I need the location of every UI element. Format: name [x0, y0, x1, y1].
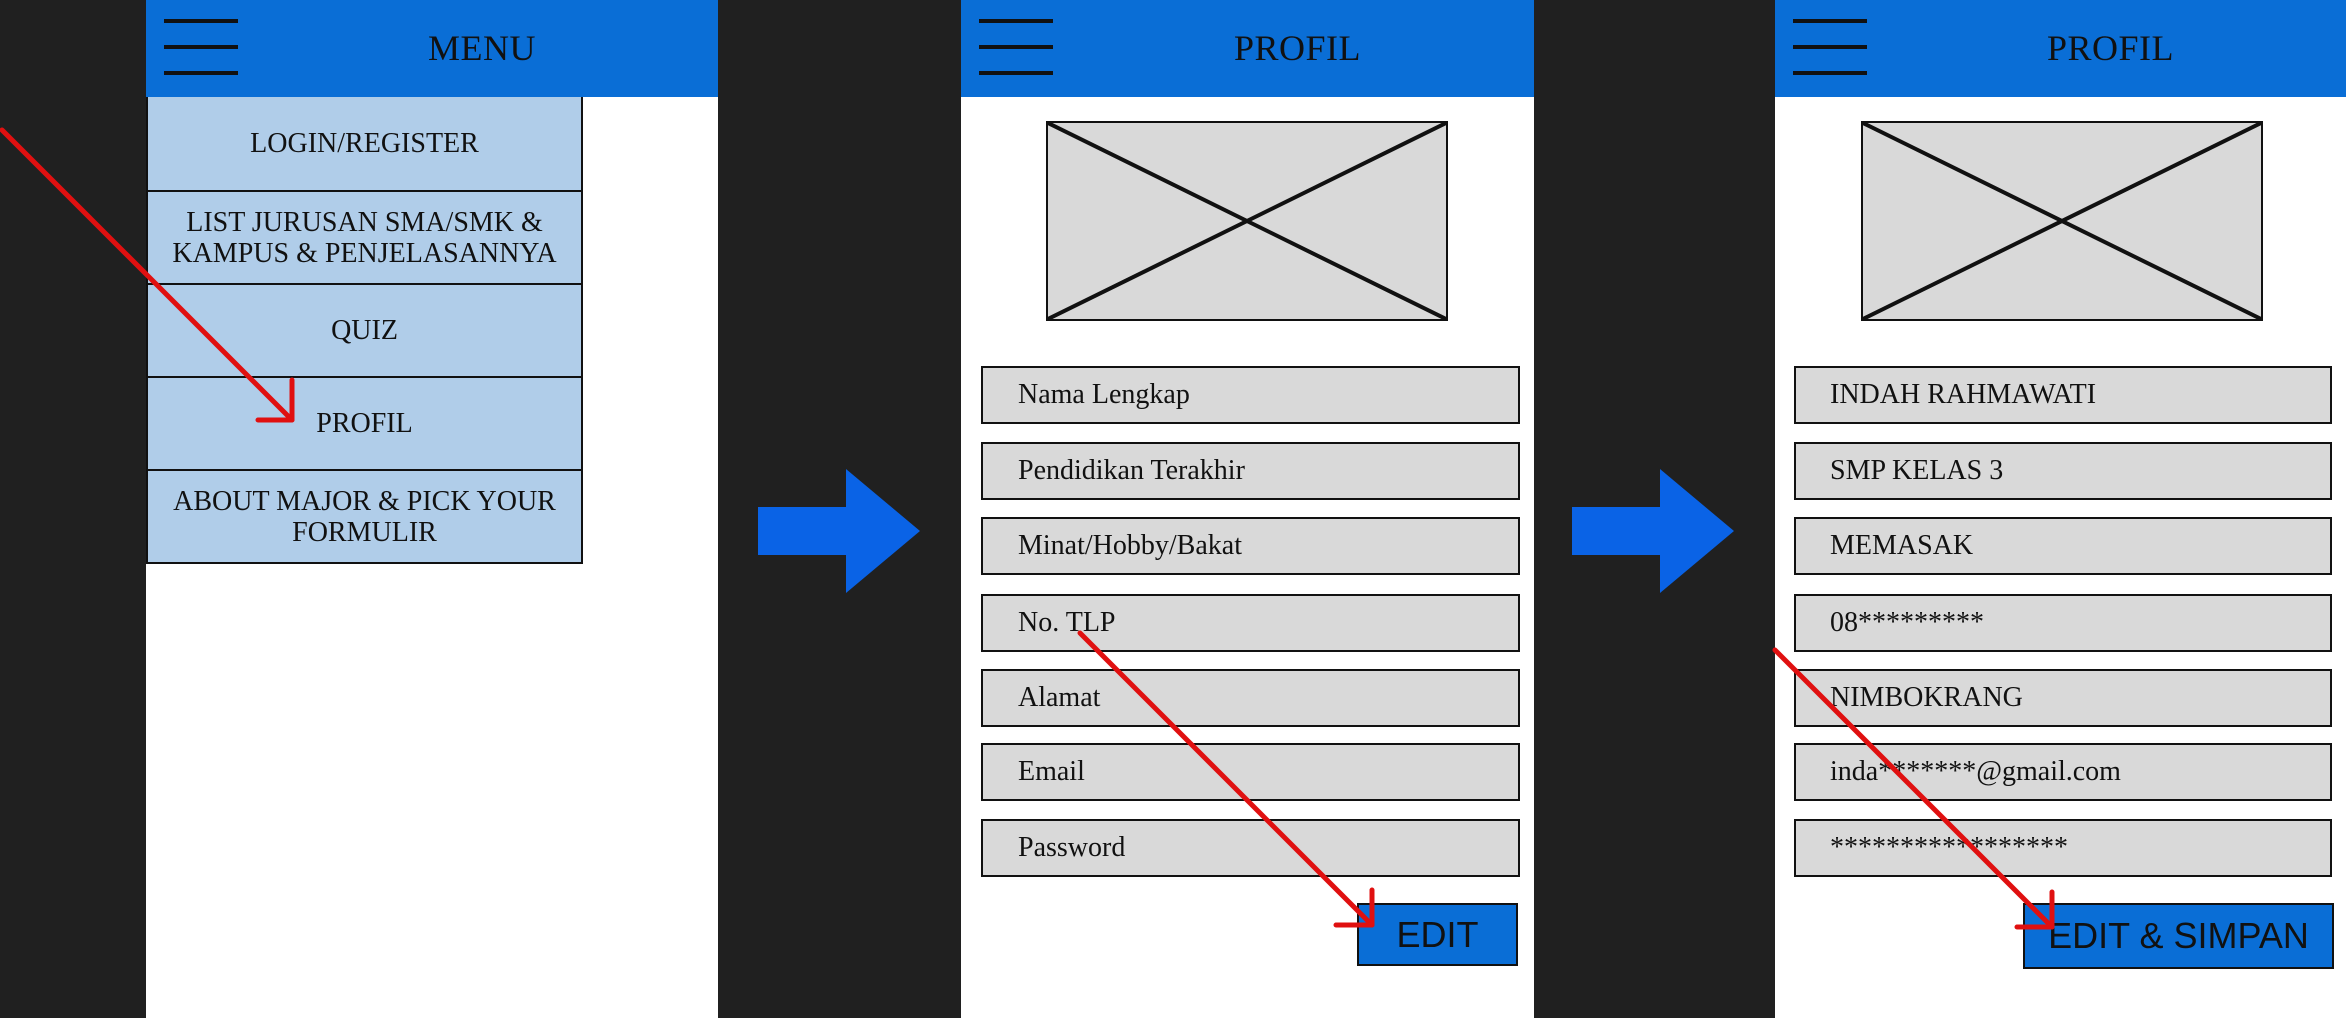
menu-item-login-register[interactable]: LOGIN/REGISTER: [148, 97, 581, 190]
password-field[interactable]: Password: [981, 819, 1520, 877]
phone-field[interactable]: No. TLP: [981, 594, 1520, 652]
right-arrow-icon: [758, 469, 920, 593]
menu-screen: MENU LOGIN/REGISTER LIST JURUSAN SMA/SMK…: [146, 0, 718, 1018]
full-name-field[interactable]: Nama Lengkap: [981, 366, 1520, 424]
page-title: PROFIL: [1233, 28, 1362, 68]
email-field[interactable]: Email: [981, 743, 1520, 801]
password-field[interactable]: *****************: [1794, 819, 2332, 877]
menu-item-profil[interactable]: PROFIL: [148, 376, 581, 469]
interest-field[interactable]: MEMASAK: [1794, 517, 2332, 575]
page-title: PROFIL: [2046, 28, 2175, 68]
hamburger-icon[interactable]: [1793, 19, 1867, 75]
education-field[interactable]: Pendidikan Terakhir: [981, 442, 1520, 500]
header-bar: PROFIL: [1775, 0, 2346, 97]
header-bar: MENU: [146, 0, 718, 97]
hamburger-icon[interactable]: [979, 19, 1053, 75]
image-placeholder-icon[interactable]: [1861, 121, 2263, 321]
email-field[interactable]: inda*******@gmail.com: [1794, 743, 2332, 801]
phone-field[interactable]: 08*********: [1794, 594, 2332, 652]
menu-item-about-major[interactable]: ABOUT MAJOR & PICK YOUR FORMULIR: [148, 469, 581, 562]
menu-list: LOGIN/REGISTER LIST JURUSAN SMA/SMK & KA…: [146, 97, 583, 564]
address-field[interactable]: NIMBOKRANG: [1794, 669, 2332, 727]
address-field[interactable]: Alamat: [981, 669, 1520, 727]
full-name-field[interactable]: INDAH RAHMAWATI: [1794, 366, 2332, 424]
edit-save-button[interactable]: EDIT & SIMPAN: [2023, 903, 2334, 969]
menu-item-list-jurusan[interactable]: LIST JURUSAN SMA/SMK & KAMPUS & PENJELAS…: [148, 190, 581, 283]
hamburger-icon[interactable]: [164, 19, 238, 75]
profile-screen-empty: PROFIL Nama Lengkap Pendidikan Terakhir …: [961, 0, 1534, 1018]
header-bar: PROFIL: [961, 0, 1534, 97]
menu-item-quiz[interactable]: QUIZ: [148, 283, 581, 376]
education-field[interactable]: SMP KELAS 3: [1794, 442, 2332, 500]
image-placeholder-icon[interactable]: [1046, 121, 1448, 321]
edit-button[interactable]: EDIT: [1357, 903, 1518, 966]
interest-field[interactable]: Minat/Hobby/Bakat: [981, 517, 1520, 575]
profile-screen-filled: PROFIL INDAH RAHMAWATI SMP KELAS 3 MEMAS…: [1775, 0, 2346, 1018]
page-title: MENU: [428, 28, 536, 68]
right-arrow-icon: [1572, 469, 1734, 593]
